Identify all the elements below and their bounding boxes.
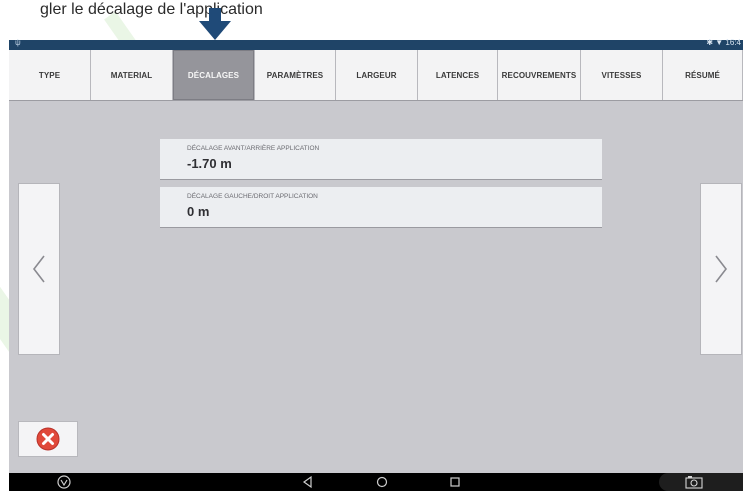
left-right-offset-field[interactable]: DÉCALAGE GAUCHE/DROIT APPLICATION 0 m bbox=[160, 187, 602, 228]
down-arrow-icon bbox=[199, 8, 231, 40]
tab-material[interactable]: MATERIAL bbox=[91, 50, 173, 100]
status-left-icons: ψ bbox=[15, 38, 21, 47]
cancel-button[interactable] bbox=[18, 421, 78, 457]
tab-type[interactable]: TYPE bbox=[9, 50, 91, 100]
camera-icon bbox=[685, 476, 703, 489]
recent-apps-icon[interactable] bbox=[448, 475, 462, 489]
left-right-offset-label: DÉCALAGE GAUCHE/DROIT APPLICATION bbox=[187, 193, 318, 200]
fore-aft-offset-field[interactable]: DÉCALAGE AVANT/ARRIÈRE APPLICATION -1.70… bbox=[160, 139, 602, 180]
previous-page-button[interactable] bbox=[18, 183, 60, 355]
back-icon[interactable] bbox=[301, 475, 315, 489]
status-right-icons: ✱ ▼ 16:4 bbox=[706, 38, 741, 47]
fore-aft-offset-label: DÉCALAGE AVANT/ARRIÈRE APPLICATION bbox=[187, 145, 320, 152]
tab-vitesses[interactable]: VITESSES bbox=[581, 50, 663, 100]
red-x-icon bbox=[36, 427, 60, 451]
tab-resume[interactable]: RÉSUMÉ bbox=[663, 50, 743, 100]
app-window: TYPE MATERIAL DÉCALAGES PARAMÈTRES LARGE… bbox=[9, 50, 743, 473]
tab-bar: TYPE MATERIAL DÉCALAGES PARAMÈTRES LARGE… bbox=[9, 50, 743, 101]
tab-largeur[interactable]: LARGEUR bbox=[336, 50, 418, 100]
status-bar: ψ ✱ ▼ 16:4 bbox=[9, 38, 743, 50]
android-navigation-bar bbox=[9, 473, 743, 491]
home-icon[interactable] bbox=[375, 475, 389, 489]
fore-aft-offset-value: -1.70 m bbox=[187, 156, 232, 171]
tab-decalages[interactable]: DÉCALAGES bbox=[173, 50, 255, 100]
chevron-right-icon bbox=[715, 255, 728, 283]
tab-parametres[interactable]: PARAMÈTRES bbox=[255, 50, 336, 100]
screenshot-button[interactable] bbox=[659, 473, 743, 491]
app-logo-icon[interactable] bbox=[57, 475, 71, 489]
next-page-button[interactable] bbox=[700, 183, 742, 355]
left-right-offset-value: 0 m bbox=[187, 204, 210, 219]
tab-recouvrements[interactable]: RECOUVREMENTS bbox=[498, 50, 581, 100]
chevron-left-icon bbox=[32, 255, 45, 283]
tab-latences[interactable]: LATENCES bbox=[418, 50, 498, 100]
